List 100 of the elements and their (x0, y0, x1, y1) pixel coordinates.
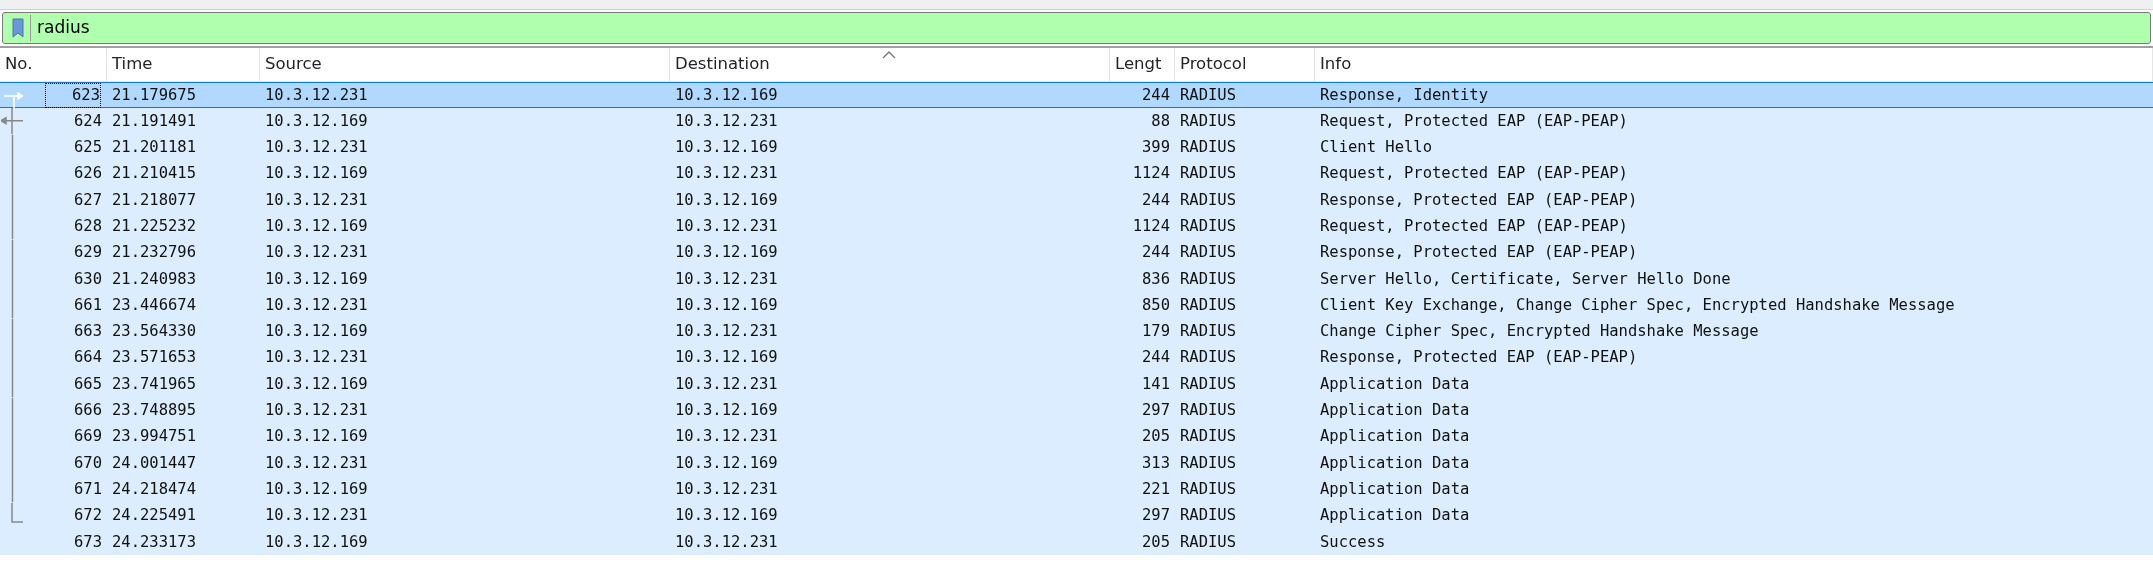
packet-row[interactable]: 627 21.218077 10.3.12.231 10.3.12.169 244 RADIUS Response, Protected EAP (EAP-PEAP) (0, 187, 2153, 214)
table-cell-text: 10.3.12.231 (675, 216, 778, 237)
table-cell-text: Application Data (1320, 426, 1470, 448)
table-cell-text: 10.3.12.169 (675, 347, 778, 369)
table-cell-text: 297 (1142, 505, 1170, 527)
packet-row[interactable]: 625 21.201181 10.3.12.231 10.3.12.169 399 RADIUS Client Hello (0, 134, 2153, 161)
table-cell-text: 179 (1142, 321, 1170, 343)
table-cell-text: RADIUS (1180, 268, 1236, 290)
table-cell-text: 313 (1142, 452, 1170, 474)
table-cell-text: 669 (74, 426, 102, 448)
table-cell-text: 666 (74, 400, 102, 422)
table-cell-text: 10.3.12.169 (265, 478, 368, 500)
packet-row[interactable]: 628 21.225232 10.3.12.169 10.3.12.231 1124 RADIUS Request, Protected EAP (EAP-PEAP) (0, 213, 2153, 240)
table-cell-text: RADIUS (1180, 163, 1236, 185)
table-cell-text: 205 (1142, 531, 1170, 553)
table-cell-text: 10.3.12.169 (265, 268, 368, 290)
table-cell-text: 10.3.12.231 (675, 268, 778, 290)
column-header[interactable]: Lengt (1115, 52, 1162, 77)
table-cell-text: 673 (74, 531, 102, 553)
table-cell-text: 24.225491 (112, 505, 196, 527)
table-cell-text: 10.3.12.231 (265, 347, 368, 369)
table-cell-text: 630 (74, 268, 102, 290)
packet-row[interactable]: 664 23.571653 10.3.12.231 10.3.12.169 244 RADIUS Response, Protected EAP (EAP-PEAP) (0, 344, 2153, 372)
table-cell-text: Client Hello (1320, 137, 1432, 159)
table-cell-text: 23.748895 (112, 400, 196, 422)
packet-row[interactable]: 665 23.741965 10.3.12.169 10.3.12.231 141 RADIUS Application Data (0, 371, 2153, 398)
packet-row[interactable]: 669 23.994751 10.3.12.169 10.3.12.231 205 RADIUS Application Data (0, 423, 2153, 451)
table-cell-text: 10.3.12.169 (265, 216, 368, 237)
table-cell-text: 10.3.12.169 (675, 400, 778, 422)
table-cell-text: 141 (1142, 373, 1170, 395)
table-cell-text: 88 (1151, 110, 1170, 132)
table-cell-text: 10.3.12.231 (675, 373, 778, 395)
column-header[interactable]: No. (5, 52, 33, 77)
packet-row[interactable]: 626 21.210415 10.3.12.169 10.3.12.231 1124 RADIUS Request, Protected EAP (EAP-PEAP) (0, 160, 2153, 188)
table-cell-text: 10.3.12.231 (265, 137, 368, 159)
packet-row[interactable]: 671 24.218474 10.3.12.169 10.3.12.231 221 RADIUS Application Data (0, 476, 2153, 503)
table-cell-text: 10.3.12.169 (265, 426, 368, 448)
packet-row[interactable]: 661 23.446674 10.3.12.231 10.3.12.169 850 RADIUS Client Key Exchange, Change Cipher Spec, Encrypted Handshake Message (0, 292, 2153, 319)
table-cell-text: 1124 (1132, 163, 1170, 185)
table-cell-text: 21.218077 (112, 189, 196, 211)
table-cell-text: Response, Protected EAP (EAP-PEAP) (1320, 347, 1638, 369)
table-cell-text: 664 (74, 347, 102, 369)
table-cell-text: RADIUS (1180, 189, 1236, 211)
table-cell-text: 21.179675 (112, 84, 196, 106)
table-cell-text: 628 (74, 216, 102, 237)
table-cell-text: 836 (1142, 268, 1170, 290)
column-header[interactable]: Destination (675, 52, 770, 77)
table-cell-text: 663 (74, 321, 102, 343)
table-cell-text: Response, Protected EAP (EAP-PEAP) (1320, 242, 1638, 264)
display-filter-field[interactable]: radius (2, 12, 2151, 44)
packet-row[interactable]: 630 21.240983 10.3.12.169 10.3.12.231 836 RADIUS Server Hello, Certificate, Server Hello Done (0, 266, 2153, 293)
table-cell-text: 244 (1142, 189, 1170, 211)
table-cell-text: RADIUS (1180, 452, 1236, 474)
packet-row[interactable]: 672 24.225491 10.3.12.231 10.3.12.169 297 RADIUS Application Data (0, 502, 2153, 530)
table-cell-text: 21.210415 (112, 163, 196, 185)
table-cell-text: Application Data (1320, 400, 1470, 422)
table-cell-text: 23.564330 (112, 321, 196, 343)
table-cell-text: 10.3.12.231 (265, 400, 368, 422)
column-header[interactable]: Source (265, 52, 322, 77)
table-cell-text: 629 (74, 242, 102, 264)
table-cell-text: 10.3.12.231 (675, 110, 778, 132)
table-cell-text: 10.3.12.231 (675, 426, 778, 448)
column-header[interactable]: Time (112, 52, 153, 77)
table-cell-text: 10.3.12.169 (675, 294, 778, 316)
table-cell-text: Success (1320, 531, 1386, 553)
table-cell-text: 10.3.12.169 (675, 84, 778, 106)
table-cell-text: 24.218474 (112, 478, 196, 500)
table-cell-text: 10.3.12.169 (265, 531, 368, 553)
table-cell-text: 24.233173 (112, 531, 196, 553)
packet-row[interactable]: 663 23.564330 10.3.12.169 10.3.12.231 179 RADIUS Change Cipher Spec, Encrypted Handshake Message (0, 318, 2153, 345)
table-cell-text: 23.446674 (112, 294, 196, 316)
table-cell-text: 10.3.12.231 (675, 163, 778, 185)
table-cell-text: Request, Protected EAP (EAP-PEAP) (1320, 216, 1628, 237)
table-cell-text: RADIUS (1180, 321, 1236, 343)
column-header[interactable]: Info (1320, 52, 1352, 77)
table-cell-text: 661 (74, 294, 102, 316)
table-cell-text: 21.201181 (112, 137, 196, 159)
table-cell-text: Application Data (1320, 505, 1470, 527)
table-cell-text: Application Data (1320, 478, 1470, 500)
table-cell-text: 10.3.12.231 (675, 531, 778, 553)
table-cell-text: 21.240983 (112, 268, 196, 290)
table-cell-text: 10.3.12.169 (675, 137, 778, 159)
packet-row[interactable]: 629 21.232796 10.3.12.231 10.3.12.169 244 RADIUS Response, Protected EAP (EAP-PEAP) (0, 239, 2153, 267)
table-cell-text: RADIUS (1180, 347, 1236, 369)
packet-row[interactable]: 623 21.179675 10.3.12.231 10.3.12.169 244 RADIUS Response, Identity (0, 82, 2153, 109)
table-cell-text: 10.3.12.231 (265, 189, 368, 211)
column-header[interactable]: Protocol (1180, 52, 1247, 77)
table-cell-text: 21.225232 (112, 216, 196, 237)
filter-text-input[interactable]: radius (31, 15, 2150, 41)
table-cell-text: RADIUS (1180, 505, 1236, 527)
table-cell-text: 625 (74, 137, 102, 159)
table-cell-text: 244 (1142, 242, 1170, 264)
table-cell-text: 21.191491 (112, 110, 196, 132)
table-cell-text: 850 (1142, 294, 1170, 316)
table-cell-text: 10.3.12.231 (265, 84, 368, 106)
packet-row[interactable]: 670 24.001447 10.3.12.231 10.3.12.169 313 RADIUS Application Data (0, 450, 2153, 477)
table-cell-text: 24.001447 (112, 452, 196, 474)
packet-row[interactable]: 673 24.233173 10.3.12.169 10.3.12.231 205 RADIUS Success (0, 529, 2153, 556)
packet-row[interactable]: 666 23.748895 10.3.12.231 10.3.12.169 297 RADIUS Application Data (0, 397, 2153, 424)
packet-row[interactable]: 624 21.191491 10.3.12.169 10.3.12.231 88 RADIUS Request, Protected EAP (EAP-PEAP) (0, 108, 2153, 135)
